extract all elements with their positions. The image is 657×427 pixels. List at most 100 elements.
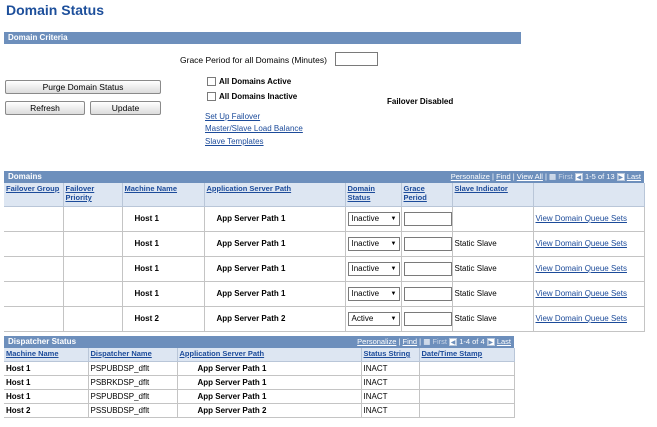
page-title: Domain Status: [6, 2, 105, 18]
domain-status-select[interactable]: Inactive ▼: [347, 286, 400, 301]
domains-grid-title: Domains: [8, 172, 42, 181]
domain-status-select[interactable]: Inactive ▼: [347, 236, 400, 251]
purge-domain-status-button[interactable]: Purge Domain Status: [5, 80, 161, 94]
domain-status-select[interactable]: Inactive ▼: [347, 261, 400, 276]
view-domain-queue-sets-link[interactable]: View Domain Queue Sets: [536, 239, 627, 248]
table-row: Host 1 App Server Path 1 Inactive ▼ Stati…: [4, 231, 645, 257]
set-up-failover-link[interactable]: Set Up Failover: [205, 112, 260, 121]
dropdown-arrow-icon: ▼: [390, 240, 397, 247]
download-icon[interactable]: ▦: [423, 337, 430, 346]
next-arrow-icon[interactable]: ▶: [486, 338, 495, 347]
col-datetime-stamp[interactable]: Date/Time Stamp: [419, 348, 515, 362]
domains-personalize-link[interactable]: Personalize: [451, 172, 490, 181]
domain-status-select[interactable]: Inactive ▼: [347, 211, 400, 226]
table-row: Host 1 PSPUBDSP_dflt App Server Path 1 I…: [4, 361, 515, 376]
dispatcher-personalize-link[interactable]: Personalize: [357, 337, 396, 346]
view-domain-queue-sets-link[interactable]: View Domain Queue Sets: [536, 314, 627, 323]
view-domain-queue-sets-link[interactable]: View Domain Queue Sets: [536, 214, 627, 223]
col-machine-name[interactable]: Machine Name: [122, 183, 205, 207]
dispatcher-find-link[interactable]: Find: [403, 337, 418, 346]
slave-indicator-cell: [452, 206, 534, 232]
machine-name-cell: Host 1: [4, 375, 89, 390]
domains-first-label: First: [558, 172, 573, 181]
table-row: Host 1 PSBRKDSP_dflt App Server Path 1 I…: [4, 375, 515, 390]
master-slave-load-balance-link[interactable]: Master/Slave Load Balance: [205, 124, 303, 133]
domains-header-row: Failover Group Failover Priority Machine…: [4, 183, 645, 207]
datetime-stamp-cell: [419, 389, 515, 404]
machine-name-cell: Host 2: [122, 306, 205, 332]
all-domains-inactive-label: All Domains Inactive: [219, 92, 298, 101]
app-server-path-cell: App Server Path 1: [204, 206, 346, 232]
dispatcher-last-link[interactable]: Last: [497, 337, 511, 346]
view-domain-queue-sets-link[interactable]: View Domain Queue Sets: [536, 289, 627, 298]
table-row: Host 1 App Server Path 1 Inactive ▼ View …: [4, 206, 645, 232]
prev-arrow-icon[interactable]: ◀: [574, 173, 583, 182]
col-machine-name[interactable]: Machine Name: [4, 348, 89, 362]
dispatcher-first-label: First: [432, 337, 447, 346]
failover-status-text: Failover Disabled: [387, 97, 454, 106]
domain-criteria-header: Domain Criteria: [4, 32, 521, 44]
grace-period-cell-input[interactable]: [403, 286, 451, 301]
app-server-path-cell: App Server Path 1: [204, 256, 346, 282]
app-server-path-cell: App Server Path 1: [177, 389, 362, 404]
domains-grid-nav: Personalize | Find | View All | ▦ First …: [450, 172, 641, 182]
status-string-cell: INACT: [361, 403, 420, 418]
grace-period-input[interactable]: [335, 52, 378, 66]
grace-period-cell-input[interactable]: [403, 311, 451, 326]
dispatcher-grid-title: Dispatcher Status: [8, 337, 77, 346]
dispatcher-table: Machine Name Dispatcher Name Application…: [4, 348, 515, 418]
col-slave-indicator[interactable]: Slave Indicator: [452, 183, 534, 207]
status-string-cell: INACT: [361, 375, 420, 390]
grace-period-cell-input[interactable]: [403, 211, 451, 226]
col-app-server-path[interactable]: Application Server Path: [204, 183, 346, 207]
prev-arrow-icon[interactable]: ◀: [449, 338, 458, 347]
all-domains-active-checkbox[interactable]: [207, 77, 216, 86]
slave-indicator-cell: Static Slave: [452, 231, 534, 257]
datetime-stamp-cell: [419, 361, 515, 376]
domains-grid-header: Domains Personalize | Find | View All | …: [4, 171, 644, 183]
all-domains-inactive-checkbox[interactable]: [207, 92, 216, 101]
app-server-path-cell: App Server Path 2: [177, 403, 362, 418]
dispatcher-name-cell: PSSUBDSP_dflt: [88, 403, 178, 418]
col-domain-status[interactable]: Domain Status: [345, 183, 402, 207]
grace-period-cell-input[interactable]: [403, 261, 451, 276]
col-status-string[interactable]: Status String: [361, 348, 420, 362]
update-button[interactable]: Update: [90, 101, 161, 115]
dispatcher-grid-nav: Personalize | Find | ▦ First ◀ 1-4 of 4 …: [357, 337, 511, 347]
machine-name-cell: Host 1: [4, 361, 89, 376]
dropdown-arrow-icon: ▼: [390, 265, 397, 272]
machine-name-cell: Host 1: [122, 256, 205, 282]
table-row: Host 1 PSPUBDSP_dflt App Server Path 1 I…: [4, 389, 515, 404]
slave-templates-link[interactable]: Slave Templates: [205, 137, 264, 146]
col-queue-sets: [533, 183, 645, 207]
slave-indicator-cell: Static Slave: [452, 281, 534, 307]
machine-name-cell: Host 2: [4, 403, 89, 418]
status-string-cell: INACT: [361, 389, 420, 404]
view-domain-queue-sets-link[interactable]: View Domain Queue Sets: [536, 264, 627, 273]
col-failover-priority[interactable]: Failover Priority: [63, 183, 123, 207]
dispatcher-name-cell: PSPUBDSP_dflt: [88, 361, 178, 376]
col-dispatcher-name[interactable]: Dispatcher Name: [88, 348, 178, 362]
table-row: Host 1 App Server Path 1 Inactive ▼ Stati…: [4, 256, 645, 282]
refresh-button[interactable]: Refresh: [5, 101, 85, 115]
domains-last-link[interactable]: Last: [627, 172, 641, 181]
grace-period-cell-input[interactable]: [403, 236, 451, 251]
download-icon[interactable]: ▦: [549, 172, 556, 181]
app-server-path-cell: App Server Path 2: [204, 306, 346, 332]
dispatcher-name-cell: PSBRKDSP_dflt: [88, 375, 178, 390]
col-app-server-path[interactable]: Application Server Path: [177, 348, 362, 362]
domains-view-all-link[interactable]: View All: [517, 172, 543, 181]
app-server-path-cell: App Server Path 1: [204, 231, 346, 257]
all-domains-active-label: All Domains Active: [219, 77, 292, 86]
next-arrow-icon[interactable]: ▶: [616, 173, 625, 182]
app-server-path-cell: App Server Path 1: [177, 361, 362, 376]
domains-find-link[interactable]: Find: [496, 172, 511, 181]
table-row: Host 2 App Server Path 2 Active ▼ Static …: [4, 306, 645, 332]
col-failover-group[interactable]: Failover Group: [4, 183, 64, 207]
col-grace-period[interactable]: Grace Period: [401, 183, 453, 207]
domain-status-select[interactable]: Active ▼: [347, 311, 400, 326]
machine-name-cell: Host 1: [4, 389, 89, 404]
table-row: Host 1 App Server Path 1 Inactive ▼ Stati…: [4, 281, 645, 307]
dropdown-arrow-icon: ▼: [390, 290, 397, 297]
datetime-stamp-cell: [419, 375, 515, 390]
